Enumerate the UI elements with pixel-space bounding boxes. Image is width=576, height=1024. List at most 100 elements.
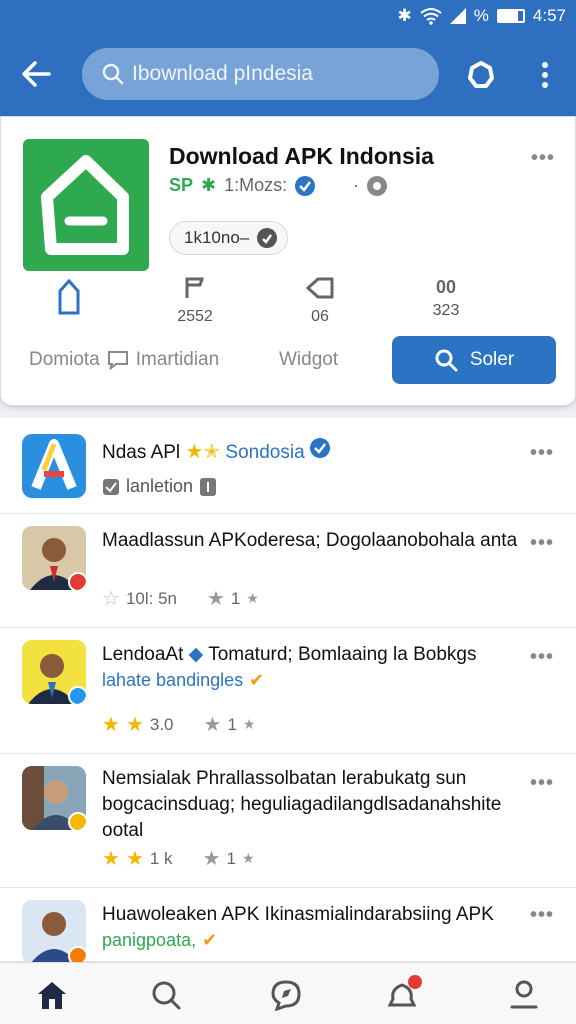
avatar bbox=[22, 526, 86, 590]
nav-profile[interactable] bbox=[504, 977, 544, 1013]
list-item[interactable]: LendoaAt ◆ Tomaturd; Bomlaaing la Bobkgs… bbox=[0, 628, 576, 754]
search-bar[interactable]: Ibownload pIndesia bbox=[82, 48, 439, 100]
list-item-sub-text: lanletion bbox=[126, 476, 194, 496]
list-item-more-button[interactable]: ••• bbox=[530, 532, 554, 555]
compass-icon bbox=[271, 980, 301, 1011]
list-item-more-button[interactable]: ••• bbox=[530, 442, 554, 465]
nav-search[interactable] bbox=[146, 977, 186, 1013]
list-item-title: Nemsialak Phrallassolbatan lerabukatg su… bbox=[102, 768, 502, 841]
app-logo bbox=[23, 139, 149, 271]
star-icon: ★ bbox=[202, 848, 221, 870]
avatar bbox=[22, 766, 86, 830]
list-item[interactable]: Maadlassun APKoderesa; Dogolaanobohala a… bbox=[0, 514, 576, 628]
gear-icon bbox=[468, 61, 494, 88]
back-button[interactable] bbox=[16, 54, 56, 94]
app-icon bbox=[22, 434, 86, 498]
star-icon: ★ bbox=[246, 590, 259, 606]
location-icon bbox=[367, 175, 388, 196]
list-item-more-button[interactable]: ••• bbox=[530, 646, 554, 669]
overflow-menu-button[interactable] bbox=[532, 56, 558, 94]
tab-imartidian-label: Imartidian bbox=[135, 349, 220, 370]
star-icon: ★ bbox=[241, 850, 255, 866]
verified-icon bbox=[309, 438, 330, 458]
rating-row: ☆ 10l: 5n ★ 1 ★ bbox=[102, 586, 259, 611]
star-icon: ★ bbox=[125, 848, 144, 870]
stat-shares[interactable]: 06 bbox=[280, 277, 360, 326]
stat-downloads[interactable]: 2552 bbox=[155, 277, 235, 326]
stat-downloads-value: 2552 bbox=[177, 308, 213, 325]
battery-percent: % bbox=[473, 6, 489, 25]
app-a-icon bbox=[31, 439, 77, 490]
spark-icon: ✱ bbox=[201, 175, 217, 195]
star-outline-icon: ☆ bbox=[102, 588, 120, 610]
rating-value: 1 k bbox=[149, 848, 173, 868]
search-input[interactable]: Ibownload pIndesia bbox=[132, 62, 313, 86]
search-button-label: Soler bbox=[469, 349, 515, 370]
avatar bbox=[22, 900, 86, 964]
bluetooth-icon: ✱ bbox=[397, 6, 412, 25]
rating-count: 1 bbox=[230, 588, 241, 608]
status-bar: ✱ % 4:57 bbox=[0, 0, 576, 34]
status-badge bbox=[68, 812, 86, 830]
search-icon bbox=[435, 349, 458, 372]
check-icon: ✔ bbox=[249, 670, 265, 690]
list-item[interactable]: Ndas APl ★✭ Sondosia ••• lanletion bbox=[0, 418, 576, 514]
list-item-more-button[interactable]: ••• bbox=[530, 904, 554, 927]
tab-domiota[interactable]: Domiota Imartidian bbox=[29, 349, 219, 371]
clock: 4:57 bbox=[532, 6, 566, 25]
rating-count: 1 bbox=[227, 714, 237, 734]
status-badge bbox=[68, 572, 86, 590]
stat-reviews-label: 00 bbox=[435, 277, 457, 297]
chip-label: 1k10no– bbox=[184, 228, 250, 247]
dot-separator: · bbox=[353, 175, 360, 195]
list-item-more-button[interactable]: ••• bbox=[530, 772, 554, 795]
home-outline-icon bbox=[58, 278, 80, 315]
list-item-title-blue: Sondosia bbox=[225, 442, 305, 463]
profile-icon bbox=[510, 980, 538, 1009]
list-item[interactable]: Nemsialak Phrallassolbatan lerabukatg su… bbox=[0, 754, 576, 888]
app-logo-icon bbox=[41, 155, 129, 255]
pin-icon: ◆ bbox=[188, 644, 204, 665]
search-icon bbox=[102, 63, 124, 85]
list-item-title: Ndas APl ★✭ Sondosia bbox=[102, 438, 526, 466]
list-item-title-rest: Tomaturd; Bomlaaing la Bobkgs bbox=[208, 644, 477, 665]
list-item-title-text: LendoaAt bbox=[102, 644, 184, 665]
list-item-title: LendoaAt ◆ Tomaturd; Bomlaaing la Bobkgs bbox=[102, 642, 526, 668]
status-chip[interactable]: 1k10no– bbox=[169, 221, 289, 255]
tab-widgot[interactable]: Widgot bbox=[279, 349, 338, 371]
star-icon: ★ bbox=[102, 848, 120, 870]
status-icons: ✱ % 4:57 bbox=[398, 6, 566, 26]
featured-app-card[interactable]: Download APK Indonsia ••• SP ✱ 1:Mozs: ·… bbox=[0, 116, 576, 406]
rating-row: ★ ★ 3.0 ★ 1 ★ bbox=[102, 712, 255, 737]
tab-domiota-label: Domiota bbox=[29, 349, 100, 370]
star-icon: ★ bbox=[125, 714, 144, 736]
hero-more-button[interactable]: ••• bbox=[531, 147, 555, 170]
list-item[interactable]: Huawoleaken APK Ikinasmialindarabsiing A… bbox=[0, 888, 576, 964]
checkbox-icon bbox=[103, 478, 119, 495]
status-badge bbox=[68, 686, 86, 704]
stat-reviews[interactable]: 00 323 bbox=[406, 277, 486, 320]
list-item-sub: panigpoata, ✔ bbox=[102, 930, 217, 951]
list-item-sub-text: panigpoata, bbox=[102, 930, 197, 950]
meta-count: 1:Mozs: bbox=[224, 175, 288, 195]
back-arrow-icon bbox=[22, 61, 51, 87]
tag-icon bbox=[305, 277, 334, 299]
signal-icon bbox=[449, 8, 466, 24]
nav-home[interactable] bbox=[32, 977, 72, 1013]
app-bar: Ibownload pIndesia bbox=[0, 34, 576, 116]
list-item-sub: lanletion bbox=[102, 476, 217, 497]
stat-shares-value: 06 bbox=[311, 308, 329, 325]
nav-notifications[interactable] bbox=[382, 975, 422, 1013]
settings-button[interactable] bbox=[462, 56, 500, 94]
nav-explore[interactable] bbox=[266, 977, 306, 1013]
star-icon: ★✭ bbox=[185, 441, 221, 463]
stat-home[interactable] bbox=[29, 277, 109, 320]
list-item-title-text: Ndas APl bbox=[102, 442, 181, 463]
app-meta: SP ✱ 1:Mozs: · bbox=[169, 175, 388, 196]
rating-value: 3.0 bbox=[149, 714, 174, 734]
search-button[interactable]: Soler bbox=[392, 336, 556, 384]
verified-icon bbox=[295, 175, 316, 196]
wifi-icon bbox=[420, 8, 442, 25]
brand-label: SP bbox=[169, 175, 194, 195]
star-icon: ★ bbox=[102, 714, 120, 736]
